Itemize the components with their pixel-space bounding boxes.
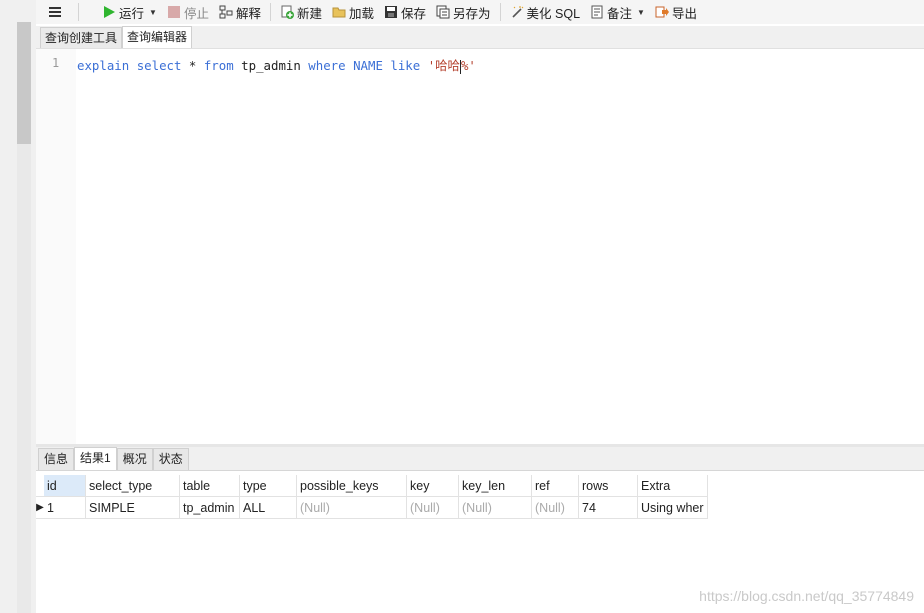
stop-button[interactable]: 停止 [162, 1, 214, 23]
cell-key-len[interactable]: (Null) [458, 496, 532, 519]
export-icon [655, 5, 669, 19]
cell-key[interactable]: (Null) [406, 496, 459, 519]
beautify-sql-button[interactable]: 美化 SQL [505, 1, 586, 23]
line-number: 1 [52, 56, 60, 70]
toolbar-separator [78, 3, 79, 21]
column-name-token: NAME [353, 58, 383, 73]
string-literal-end: %' [460, 58, 476, 73]
result-tab-bar: 信息 结果1 概况 状态 [36, 447, 924, 471]
menu-button[interactable] [36, 1, 74, 23]
comment-label: 备注 [607, 6, 633, 21]
save-as-icon [436, 5, 450, 19]
tab-result1[interactable]: 结果1 [74, 447, 117, 470]
export-label: 导出 [671, 6, 697, 21]
cell-rows[interactable]: 74 [578, 496, 638, 519]
result-grid[interactable]: id select_type table type possible_keys … [36, 475, 708, 519]
query-tab-bar: 查询创建工具 查询编辑器 [36, 26, 924, 49]
magic-wand-icon [510, 5, 524, 19]
column-header[interactable]: id [44, 475, 86, 497]
column-header[interactable]: ref [531, 475, 579, 497]
keyword-where: where [308, 58, 346, 73]
column-header[interactable]: table [179, 475, 240, 497]
explain-button[interactable]: 解释 [214, 1, 266, 23]
tab-query-editor[interactable]: 查询编辑器 [122, 26, 193, 48]
cell-extra[interactable]: Using wher [637, 496, 708, 519]
save-button[interactable]: 保存 [379, 1, 431, 23]
column-header[interactable]: type [239, 475, 297, 497]
watermark: https://blog.csdn.net/qq_35774849 [699, 588, 914, 604]
export-button[interactable]: 导出 [650, 1, 702, 23]
cell-select-type[interactable]: SIMPLE [85, 496, 180, 519]
line-gutter [36, 49, 76, 444]
new-query-icon [280, 5, 294, 19]
cell-table[interactable]: tp_admin [179, 496, 240, 519]
cell-ref[interactable]: (Null) [531, 496, 579, 519]
save-as-button[interactable]: 另存为 [431, 1, 496, 23]
scrollbar-thumb[interactable] [17, 22, 31, 144]
new-label: 新建 [296, 6, 322, 21]
left-panel [0, 0, 36, 613]
hamburger-icon [48, 5, 62, 19]
star-token: * [181, 58, 204, 73]
keyword-like: like [390, 58, 421, 73]
column-header[interactable]: Extra [637, 475, 708, 497]
comment-icon [590, 5, 604, 19]
column-header[interactable]: possible_keys [296, 475, 407, 497]
keyword-select: select [136, 58, 182, 73]
toolbar-separator [269, 3, 271, 21]
explain-icon [219, 5, 233, 19]
cell-id[interactable]: 1 [44, 496, 86, 519]
play-icon [102, 5, 116, 19]
sql-code-line[interactable]: explain select * from tp_admin where NAM… [77, 56, 476, 74]
toolbar: 运行 ▼ 停止 解释 新建 加载 保存 另存为 美化 SQL 备注 ▼ 导出 [36, 0, 924, 24]
run-button[interactable]: 运行 ▼ [97, 1, 162, 23]
stop-label: 停止 [183, 6, 209, 21]
beautify-label: 美化 SQL [526, 6, 581, 21]
table-row[interactable]: ▶ 1 SIMPLE tp_admin ALL (Null) (Null) (N… [36, 496, 708, 519]
sql-editor[interactable]: 1 explain select * from tp_admin where N… [36, 49, 924, 444]
tab-profile[interactable]: 概况 [116, 448, 153, 470]
table-name-token: tp_admin [233, 58, 309, 73]
header-row: id select_type table type possible_keys … [36, 475, 708, 497]
explain-label: 解释 [235, 6, 261, 21]
comment-button[interactable]: 备注 ▼ [585, 1, 650, 23]
save-as-label: 另存为 [453, 6, 491, 21]
run-label: 运行 [119, 6, 145, 21]
column-header[interactable]: select_type [85, 475, 180, 497]
stop-icon [167, 5, 181, 19]
load-button[interactable]: 加载 [327, 1, 379, 23]
current-row-arrow-icon: ▶ [36, 496, 44, 519]
column-header[interactable]: key [406, 475, 459, 497]
keyword-explain: explain [77, 58, 130, 73]
save-icon [384, 5, 398, 19]
column-header[interactable]: rows [578, 475, 638, 497]
tab-info[interactable]: 信息 [38, 448, 75, 470]
cell-possible-keys[interactable]: (Null) [296, 496, 407, 519]
save-label: 保存 [401, 6, 427, 21]
load-label: 加载 [348, 6, 374, 21]
column-header[interactable]: key_len [458, 475, 532, 497]
cell-type[interactable]: ALL [239, 496, 297, 519]
chevron-down-icon[interactable]: ▼ [637, 8, 645, 17]
tab-status[interactable]: 状态 [152, 448, 189, 470]
folder-icon [332, 5, 346, 19]
chevron-down-icon[interactable]: ▼ [149, 8, 157, 17]
tab-query-builder[interactable]: 查询创建工具 [40, 27, 123, 48]
row-marker-header [36, 475, 44, 497]
new-button[interactable]: 新建 [275, 1, 327, 23]
keyword-from: from [203, 58, 234, 73]
string-literal-start: '哈哈 [427, 58, 460, 73]
toolbar-separator [499, 3, 501, 21]
